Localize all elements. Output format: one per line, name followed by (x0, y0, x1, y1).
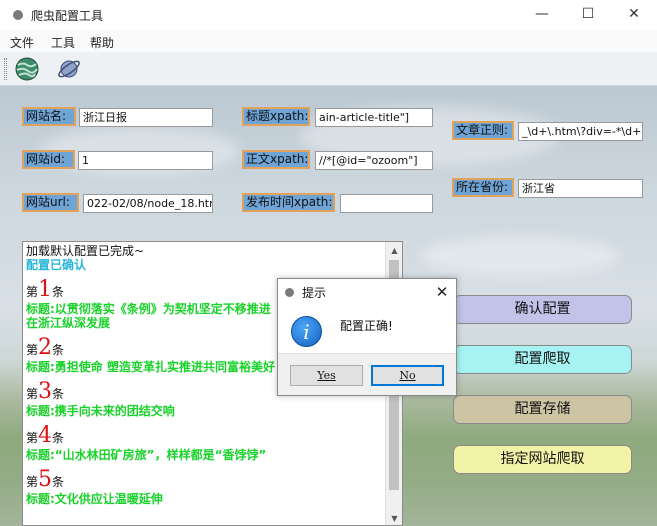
site-id-label: 网站id: (22, 150, 75, 169)
site-url-input[interactable]: 022-02/08/node_18.htm (83, 194, 213, 213)
message-dialog: 提示 ✕ i 配置正确! Yes No (277, 278, 457, 396)
planet-icon[interactable] (56, 56, 82, 82)
log-item-number: 4 (38, 423, 53, 448)
content-xpath-label: 正文xpath: (242, 150, 310, 169)
info-icon: i (291, 316, 322, 347)
site-id-input[interactable]: 1 (78, 151, 213, 170)
log-item-prefix: 第 (26, 343, 39, 357)
log-item-number: 3 (38, 379, 53, 404)
log-item-header: 第4条 (26, 424, 386, 448)
dialog-app-icon (285, 288, 294, 297)
log-line: 标题:携手向未来的团结交响 (26, 404, 175, 418)
log-line: 配置已确认 (26, 258, 87, 272)
log-item-prefix: 第 (26, 431, 39, 445)
menu-file[interactable]: 文件 (10, 34, 34, 51)
site-name-input[interactable]: 浙江日报 (79, 108, 213, 127)
dialog-message: 配置正确! (340, 319, 393, 333)
log-item-number: 2 (38, 335, 53, 360)
province-input[interactable]: 浙江省 (518, 179, 643, 198)
article-regex-label: 文章正则: (452, 121, 514, 140)
config-crawl-button[interactable]: 配置爬取 (453, 345, 632, 374)
title-bar: 爬虫配置工具 — ☐ ✕ (0, 0, 657, 30)
site-url-label: 网站url: (22, 193, 79, 212)
log-item-suffix: 条 (52, 343, 65, 357)
dialog-close-icon[interactable]: ✕ (430, 281, 454, 303)
dialog-body: i 配置正确! (278, 305, 456, 353)
log-item-prefix: 第 (26, 387, 39, 401)
log-item-suffix: 条 (52, 431, 65, 445)
yes-button[interactable]: Yes (290, 365, 363, 386)
publish-time-xpath-label: 发布时间xpath: (242, 193, 335, 212)
log-line: 加载默认配置已完成~ (26, 244, 145, 258)
province-label: 所在省份: (452, 178, 514, 197)
log-item-suffix: 条 (52, 387, 65, 401)
scroll-up-icon[interactable]: ▲ (389, 245, 400, 256)
publish-time-xpath-input[interactable] (340, 194, 433, 213)
article-regex-input[interactable]: _\d+\.htm\?div=-*\d+ (518, 122, 643, 141)
toolbar (0, 52, 657, 86)
minimize-button[interactable]: — (519, 0, 565, 30)
dialog-title: 提示 (302, 286, 327, 300)
confirm-config-button[interactable]: 确认配置 (453, 295, 632, 324)
scroll-down-icon[interactable]: ▼ (389, 513, 400, 524)
log-item-suffix: 条 (52, 475, 65, 489)
site-name-label: 网站名: (22, 107, 76, 126)
log-item-header: 第5条 (26, 468, 386, 492)
maximize-button[interactable]: ☐ (565, 0, 611, 30)
title-xpath-label: 标题xpath: (242, 107, 310, 126)
menu-help[interactable]: 帮助 (90, 34, 114, 51)
log-item-number: 1 (38, 277, 53, 302)
log-line: 标题:“山水林田矿房旅”，样样都是“香饽饽” (26, 448, 267, 462)
log-line: 标题:文化供应让温暖延伸 (26, 492, 163, 506)
site-crawl-button[interactable]: 指定网站爬取 (453, 445, 632, 474)
menu-bar: 文件 工具 帮助 (0, 30, 657, 52)
no-label: No (399, 369, 416, 382)
yes-label: Yes (317, 369, 336, 382)
log-item-suffix: 条 (52, 285, 65, 299)
window-title: 爬虫配置工具 (31, 9, 104, 23)
close-button[interactable]: ✕ (611, 0, 657, 30)
log-item-prefix: 第 (26, 475, 39, 489)
no-button[interactable]: No (371, 365, 444, 386)
config-save-button[interactable]: 配置存储 (453, 395, 632, 424)
dialog-footer: Yes No (278, 353, 456, 395)
log-item-prefix: 第 (26, 285, 39, 299)
menu-tools[interactable]: 工具 (51, 34, 75, 51)
content-xpath-input[interactable]: //*[@id="ozoom"] (315, 151, 433, 170)
toolbar-grip[interactable] (4, 58, 7, 80)
title-xpath-input[interactable]: ain-article-title"] (315, 108, 433, 127)
dialog-title-bar: 提示 ✕ (278, 279, 456, 305)
app-icon (13, 10, 23, 20)
log-item-number: 5 (38, 467, 53, 492)
cloud (420, 236, 620, 276)
globe-icon[interactable] (14, 56, 40, 82)
